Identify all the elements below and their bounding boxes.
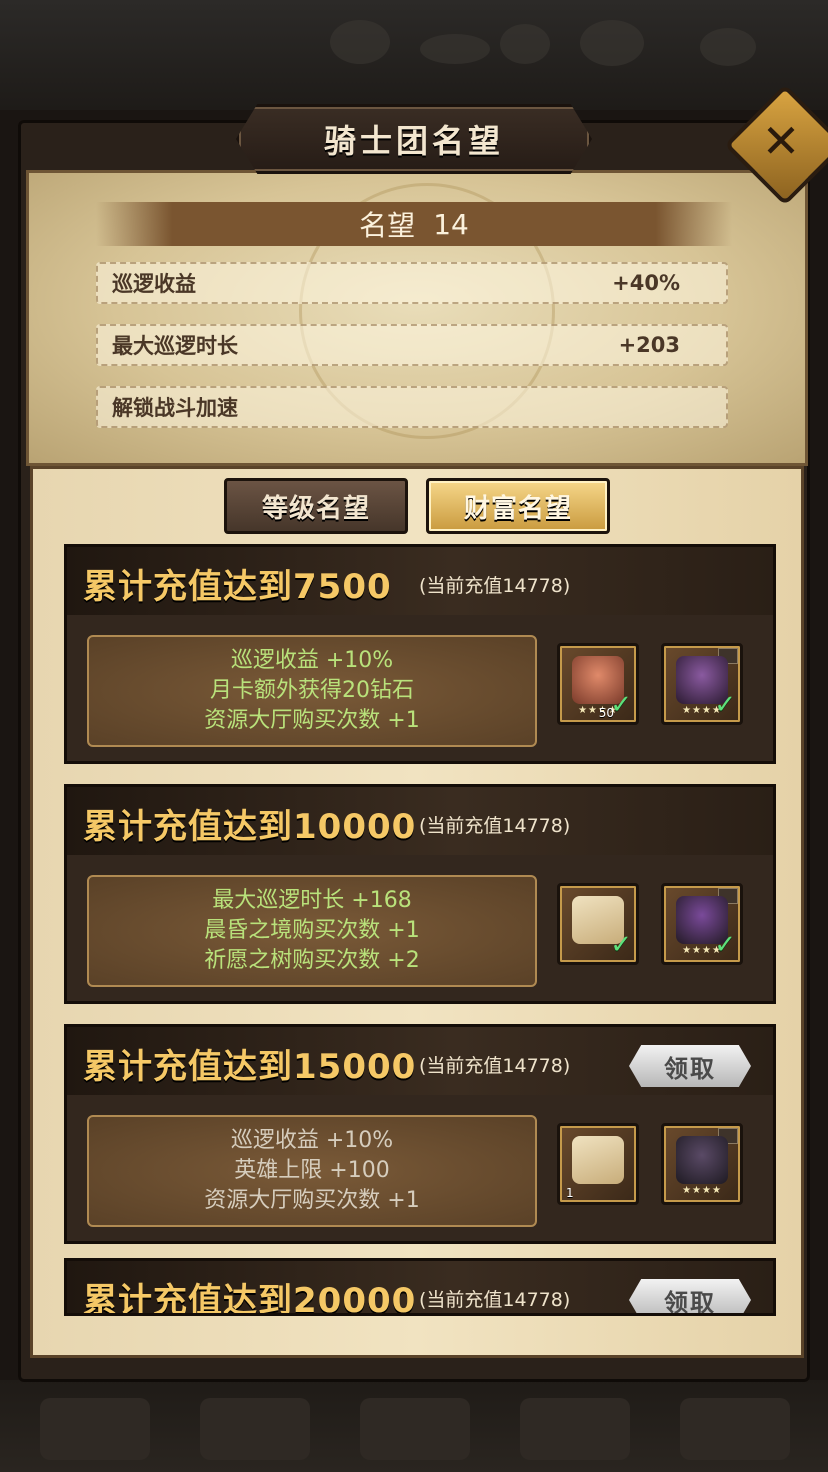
tier-current-recharge: (当前充值14778) [419, 575, 571, 597]
tier-title: 累计充值达到20000 [83, 1281, 417, 1316]
tier-header: 累计充值达到7500 (当前充值14778) [67, 547, 773, 615]
reward-item-hero-portrait[interactable]: ★★★★ 50 ✓ [557, 643, 639, 725]
tier-bonus-box: 巡逻收益 +10% 月卡额外获得20钻石 资源大厅购买次数 +1 [87, 635, 537, 747]
close-icon[interactable]: ✕ [742, 102, 820, 180]
tier-current-recharge: (当前充值14778) [419, 1289, 571, 1311]
tier-bonus-box: 巡逻收益 +10% 英雄上限 +100 资源大厅购买次数 +1 [87, 1115, 537, 1227]
bonus-line: 英雄上限 +100 [234, 1158, 390, 1183]
background-top [0, 0, 828, 110]
reward-item-armor-figure[interactable]: ★★★★ ✓ [661, 643, 743, 725]
reward-item-scroll[interactable]: 1 [557, 1123, 639, 1205]
stat-name: 巡逻收益 [112, 272, 196, 296]
tier-current-recharge: (当前充值14778) [419, 1055, 571, 1077]
title-plate: 骑士团名望 [236, 104, 592, 174]
stat-name: 解锁战斗加速 [112, 396, 238, 420]
bonus-line: 巡逻收益 +10% [230, 1128, 394, 1153]
tier-title: 累计充值达到10000 [83, 807, 417, 847]
scroll-icon [572, 1136, 624, 1184]
tab-level-reputation[interactable]: 等级名望 [224, 478, 408, 534]
stat-value: +40% [612, 271, 680, 295]
tier-card-20000: 累计充值达到20000 (当前充值14778) 领取 [64, 1258, 776, 1316]
page-title: 骑士团名望 [323, 122, 504, 160]
reward-item-scroll[interactable]: ✓ [557, 883, 639, 965]
bonus-line: 晨昏之境购买次数 +1 [204, 918, 420, 943]
bonus-line: 巡逻收益 +10% [230, 648, 394, 673]
claimed-check-icon: ✓ [714, 690, 736, 720]
stat-row-battle-speed: 解锁战斗加速 [96, 386, 728, 428]
bonus-line: 月卡额外获得20钻石 [210, 678, 414, 703]
reward-item-dark-creature[interactable]: ★★★★ [661, 1123, 743, 1205]
dark-creature-icon [676, 1136, 728, 1184]
stat-row-patrol-duration: 最大巡逻时长 +203 [96, 324, 728, 366]
reward-item-dark-creature[interactable]: ★★★★ ✓ [661, 883, 743, 965]
claimed-check-icon: ✓ [610, 930, 632, 960]
tier-title: 累计充值达到7500 [83, 567, 392, 607]
reputation-level: 14 [433, 207, 469, 241]
claim-button[interactable]: 领取 [629, 1279, 751, 1313]
tier-header: 累计充值达到15000 (当前充值14778) 领取 [67, 1027, 773, 1095]
bonus-line: 资源大厅购买次数 +1 [204, 1188, 420, 1213]
stat-value: +203 [618, 333, 680, 357]
claim-button[interactable]: 领取 [629, 1045, 751, 1087]
stat-row-patrol-income: 巡逻收益 +40% [96, 262, 728, 304]
tab-wealth-reputation[interactable]: 财富名望 [426, 478, 610, 534]
tier-header: 累计充值达到10000 (当前充值14778) [67, 787, 773, 855]
claimed-check-icon: ✓ [714, 930, 736, 960]
bonus-line: 祈愿之树购买次数 +2 [204, 948, 420, 973]
tier-bonus-box: 最大巡逻时长 +168 晨昏之境购买次数 +1 祈愿之树购买次数 +2 [87, 875, 537, 987]
reputation-banner: 名望 14 [96, 202, 732, 246]
stat-name: 最大巡逻时长 [112, 334, 238, 358]
star-rating: ★★★★ [682, 1185, 722, 1196]
item-count: 1 [566, 1186, 574, 1200]
tier-header: 累计充值达到20000 (当前充值14778) 领取 [67, 1261, 773, 1316]
tier-title: 累计充值达到15000 [83, 1047, 417, 1087]
bonus-line: 最大巡逻时长 +168 [212, 888, 412, 913]
bonus-line: 资源大厅购买次数 +1 [204, 708, 420, 733]
tier-card-15000: 累计充值达到15000 (当前充值14778) 领取 巡逻收益 +10% 英雄上… [64, 1024, 776, 1244]
tier-card-10000: 累计充值达到10000 (当前充值14778) 最大巡逻时长 +168 晨昏之境… [64, 784, 776, 1004]
background-bottom [0, 1380, 828, 1472]
tier-card-7500: 累计充值达到7500 (当前充值14778) 巡逻收益 +10% 月卡额外获得2… [64, 544, 776, 764]
reputation-label: 名望 [359, 209, 416, 242]
tier-current-recharge: (当前充值14778) [419, 815, 571, 837]
claimed-check-icon: ✓ [610, 690, 632, 720]
